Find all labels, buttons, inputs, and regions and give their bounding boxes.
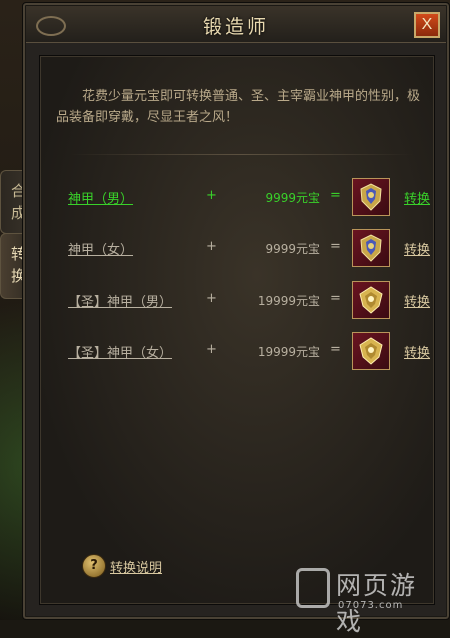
item-name-link[interactable]: 【圣】神甲（男） xyxy=(68,291,172,310)
plus-sign: + xyxy=(206,291,217,306)
armor-icon[interactable] xyxy=(352,178,390,216)
equals-sign: = xyxy=(330,291,341,306)
divider xyxy=(70,154,414,155)
equals-sign: = xyxy=(330,188,341,203)
title-bar: 锻造师 X xyxy=(26,6,446,43)
armor-icon[interactable] xyxy=(352,281,390,319)
equals-sign: = xyxy=(330,342,341,357)
price-text: 19999元宝 xyxy=(257,345,320,359)
conversion-panel: 花费少量元宝即可转换普通、圣、主宰霸业神甲的性别，极品装备即穿戴，尽显王者之风！… xyxy=(39,55,435,605)
close-button[interactable]: X xyxy=(414,12,440,38)
convert-button[interactable]: 转换 xyxy=(404,342,430,361)
plus-sign: + xyxy=(206,188,217,203)
conversion-row: 【圣】神甲（女） + 19999元宝 = 转换 xyxy=(40,331,434,371)
price-text: 9999元宝 xyxy=(265,242,320,256)
price-text: 19999元宝 xyxy=(257,294,320,308)
watermark-logo-icon xyxy=(296,568,330,608)
window-title: 锻造师 xyxy=(202,16,269,38)
convert-button[interactable]: 转换 xyxy=(404,291,430,310)
forge-window: 锻造师 X 花费少量元宝即可转换普通、圣、主宰霸业神甲的性别，极品装备即穿戴，尽… xyxy=(22,2,450,620)
item-name-link[interactable]: 神甲（男） xyxy=(68,188,133,207)
convert-button[interactable]: 转换 xyxy=(404,188,430,207)
plus-sign: + xyxy=(206,239,217,254)
description-text: 花费少量元宝即可转换普通、圣、主宰霸业神甲的性别，极品装备即穿戴，尽显王者之风！ xyxy=(56,89,421,125)
watermark: 网页游戏 07073.com xyxy=(296,564,442,636)
plus-sign: + xyxy=(206,342,217,357)
conversion-row: 神甲（男） + 9999元宝 = 转换 xyxy=(40,177,434,217)
equals-sign: = xyxy=(330,239,341,254)
price-text: 9999元宝 xyxy=(265,191,320,205)
watermark-subtext: 07073.com xyxy=(338,600,404,611)
armor-icon[interactable] xyxy=(352,229,390,267)
item-name-link[interactable]: 神甲（女） xyxy=(68,239,133,258)
convert-button[interactable]: 转换 xyxy=(404,239,430,258)
question-icon[interactable]: ? xyxy=(82,554,106,578)
conversion-row: 【圣】神甲（男） + 19999元宝 = 转换 xyxy=(40,280,434,320)
armor-icon[interactable] xyxy=(352,332,390,370)
help-label[interactable]: 转换说明 xyxy=(110,557,162,576)
conversion-row: 神甲（女） + 9999元宝 = 转换 xyxy=(40,228,434,268)
item-name-link[interactable]: 【圣】神甲（女） xyxy=(68,342,172,361)
